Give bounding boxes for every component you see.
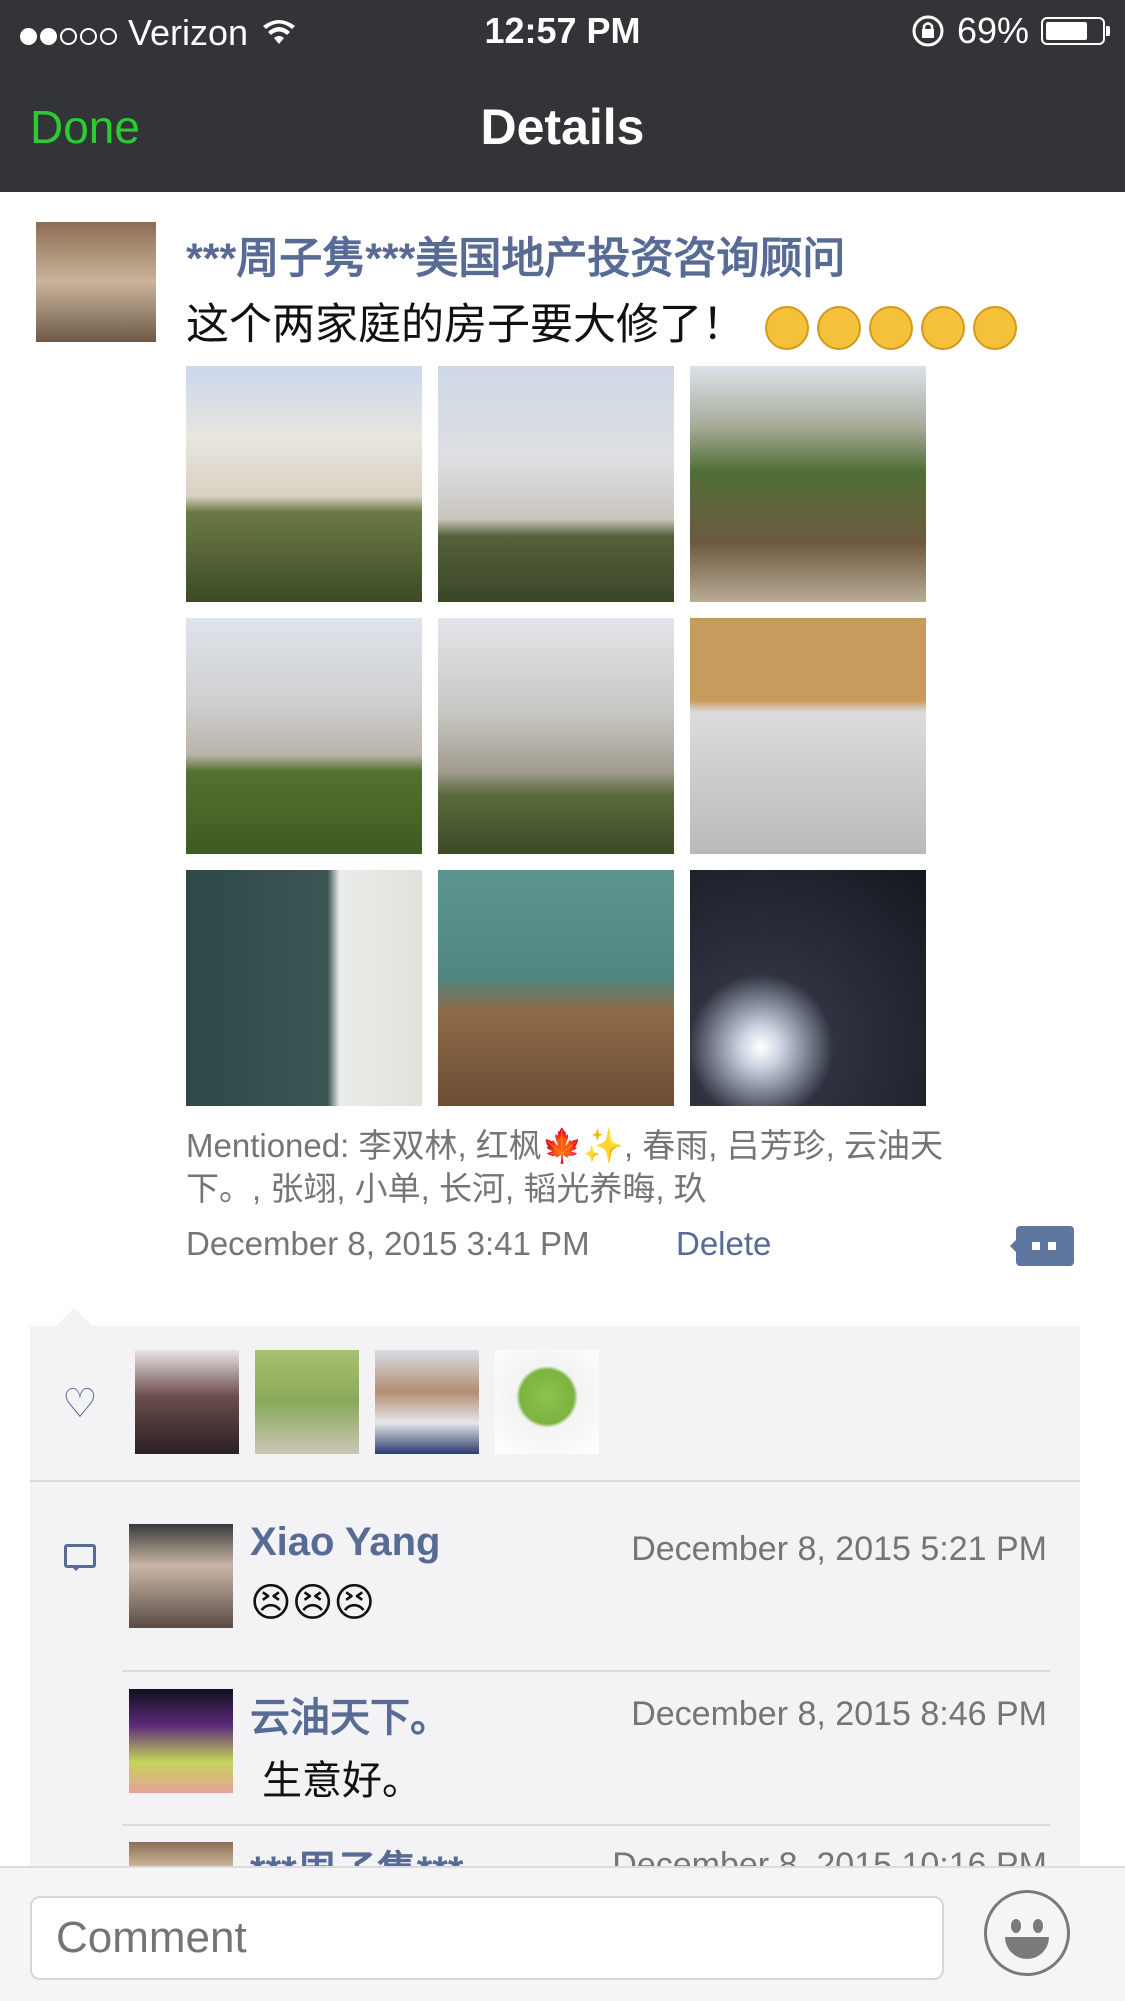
liker-avatar[interactable]	[375, 1350, 479, 1454]
page-title: Details	[480, 99, 645, 155]
photo-thumbnail[interactable]	[186, 366, 422, 602]
post-text: 这个两家庭的房子要大修了！	[186, 301, 745, 349]
photo-thumbnail[interactable]	[438, 366, 674, 602]
smiley-emoji-icon	[816, 305, 861, 350]
photo-thumbnail[interactable]	[438, 870, 674, 1106]
photo-grid	[186, 366, 927, 1106]
smiley-emoji-icon	[972, 305, 1017, 350]
photo-thumbnail[interactable]	[690, 870, 926, 1106]
photo-thumbnail[interactable]	[438, 618, 674, 854]
liker-avatar[interactable]	[255, 1350, 359, 1454]
photo-thumbnail[interactable]	[690, 366, 926, 602]
comment-composer	[0, 1866, 1125, 2001]
comment-text: 😣😣😣	[250, 1581, 376, 1625]
comment-action-button[interactable]	[1010, 1226, 1074, 1266]
comment-text: 生意好。	[262, 1759, 422, 1803]
post-timestamp: December 8, 2015 3:41 PM	[186, 1225, 590, 1262]
divider	[122, 1824, 1050, 1826]
smiley-emoji-icon	[920, 305, 965, 350]
liker-avatar[interactable]	[495, 1350, 599, 1454]
smiley-emoji-icon	[868, 305, 913, 350]
author-avatar[interactable]	[36, 222, 156, 342]
battery-percent: 69%	[956, 10, 1029, 51]
photo-thumbnail[interactable]	[186, 870, 422, 1106]
emoji-icon[interactable]	[984, 1890, 1070, 1976]
comment-author[interactable]: Xiao Yang	[250, 1520, 440, 1565]
divider	[30, 1480, 1080, 1482]
delete-button[interactable]: Delete	[676, 1225, 771, 1263]
comment-date: December 8, 2015 8:46 PM	[631, 1695, 1047, 1733]
comment-avatar[interactable]	[129, 1842, 233, 1866]
smiley-emoji-icon	[764, 305, 809, 350]
comment-avatar[interactable]	[129, 1689, 233, 1793]
comment-input[interactable]	[30, 1896, 944, 1980]
comment-author[interactable]: 云油天下。	[250, 1685, 450, 1743]
lock-rotation-icon	[912, 15, 944, 47]
author-name[interactable]: ***周子隽***美国地产投资咨询顾问	[186, 224, 845, 286]
comment-avatar[interactable]	[129, 1524, 233, 1628]
comment-icon	[64, 1544, 96, 1571]
divider	[122, 1670, 1050, 1672]
status-bar: Verizon 12:57 PM 69%	[0, 0, 1125, 64]
mentioned-list: Mentioned: 李双林, 红枫🍁✨, 春雨, 吕芳珍, 云油天下。, 张翊…	[186, 1127, 943, 1207]
heart-icon: ♡	[62, 1382, 98, 1426]
photo-thumbnail[interactable]	[186, 618, 422, 854]
status-right: 69%	[911, 10, 1110, 52]
post-text-row: 这个两家庭的房子要大修了！	[186, 290, 1017, 352]
comment-date: December 8, 2015 5:21 PM	[631, 1530, 1047, 1568]
battery-icon	[1041, 17, 1110, 45]
box-pointer	[56, 1308, 92, 1326]
liker-avatar[interactable]	[135, 1350, 239, 1454]
photo-thumbnail[interactable]	[690, 618, 926, 854]
nav-bar: Done Details	[0, 64, 1125, 192]
